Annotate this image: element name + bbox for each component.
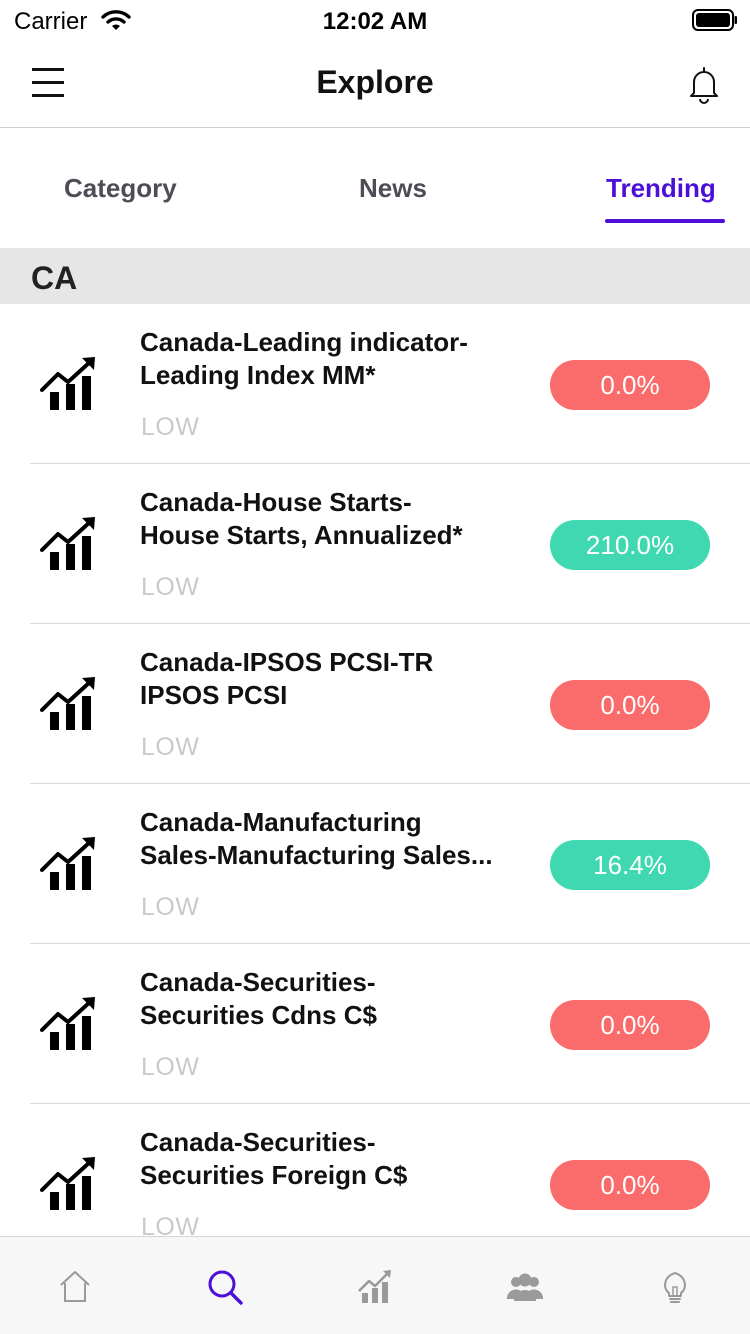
item-title-line2: House Starts, Annualized* [140,520,463,550]
bell-icon[interactable] [688,64,720,104]
item-title: Canada-Securities- Securities Foreign C$ [140,1126,530,1192]
list-item[interactable]: Canada-Leading indicator- Leading Index … [0,304,750,464]
nav-bar: Explore [0,40,750,128]
impact-label: LOW [141,573,200,601]
change-badge: 0.0% [550,360,710,410]
list-item[interactable]: Canada-House Starts- House Starts, Annua… [0,464,750,624]
page-title: Explore [316,64,434,100]
item-title: Canada-IPSOS PCSI-TR IPSOS PCSI [140,646,530,712]
change-badge: 0.0% [550,1000,710,1050]
change-badge: 210.0% [550,520,710,570]
trend-chart-icon [40,355,97,412]
trend-chart-icon [40,675,97,732]
item-title-line1: Canada-Manufacturing [140,807,422,837]
impact-label: LOW [141,413,200,441]
impact-label: LOW [141,893,200,921]
section-header: CA [0,248,750,304]
item-title-line2: Securities Cdns C$ [140,1000,377,1030]
item-title: Canada-Securities- Securities Cdns C$ [140,966,530,1032]
indicator-list: Canada-Leading indicator- Leading Index … [0,304,750,1236]
bottom-tab-bar [0,1236,750,1334]
list-item[interactable]: Canada-IPSOS PCSI-TR IPSOS PCSI LOW 0.0% [0,624,750,784]
item-title: Canada-House Starts- House Starts, Annua… [140,486,530,552]
list-item[interactable]: Canada-Securities- Securities Cdns C$ LO… [0,944,750,1104]
trend-chart-icon [40,835,97,892]
change-badge: 0.0% [550,680,710,730]
change-badge: 16.4% [550,840,710,890]
item-title-line1: Canada-House Starts- [140,487,412,517]
people-icon[interactable] [505,1267,545,1307]
item-title-line2: Securities Foreign C$ [140,1160,408,1190]
trend-chart-icon [40,1155,97,1212]
list-item[interactable]: Canada-Securities- Securities Foreign C$… [0,1104,750,1236]
trend-chart-icon [40,515,97,572]
impact-label: LOW [141,1213,200,1236]
tab-bar-top: Category News Trending [0,129,750,247]
section-title: CA [31,260,78,296]
item-title-line1: Canada-IPSOS PCSI-TR [140,647,434,677]
list-item[interactable]: Canada-Manufacturing Sales-Manufacturing… [0,784,750,944]
item-title-line2: Sales-Manufacturing Sales... [140,840,493,870]
battery-icon [692,9,737,31]
item-title-line1: Canada-Leading indicator- [140,327,468,357]
item-title: Canada-Leading indicator- Leading Index … [140,326,530,392]
trend-chart-icon [40,995,97,1052]
item-title-line1: Canada-Securities- [140,967,376,997]
item-title-line1: Canada-Securities- [140,1127,376,1157]
tab-news[interactable]: News [359,173,427,204]
item-title-line2: Leading Index MM* [140,360,376,390]
tab-category[interactable]: Category [64,173,177,204]
clock: 12:02 AM [322,8,428,35]
active-tab-indicator [605,219,725,223]
home-icon[interactable] [55,1267,95,1307]
impact-label: LOW [141,733,200,761]
chart-icon[interactable] [355,1267,395,1307]
search-icon[interactable] [205,1267,245,1307]
lightbulb-icon[interactable] [655,1267,695,1307]
item-title-line2: IPSOS PCSI [140,680,288,710]
impact-label: LOW [141,1053,200,1081]
status-bar: Carrier 12:02 AM [0,0,750,40]
tab-trending[interactable]: Trending [606,173,716,204]
change-badge: 0.0% [550,1160,710,1210]
item-title: Canada-Manufacturing Sales-Manufacturing… [140,806,530,872]
